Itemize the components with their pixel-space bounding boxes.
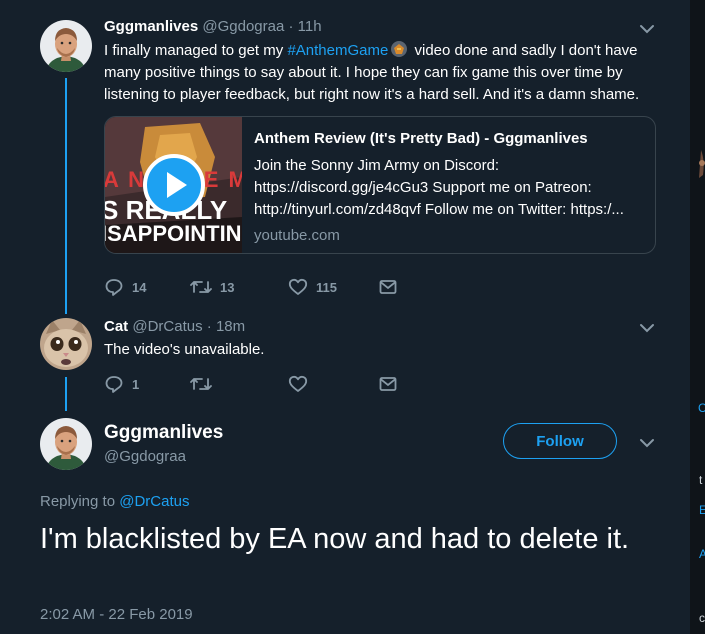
like-count: 115: [316, 279, 337, 295]
author-name[interactable]: Cat: [104, 318, 128, 335]
backdrop-fragment: A: [699, 547, 705, 561]
tweet-header: Cat @DrCatus · 18m: [104, 317, 245, 336]
tweet-text-part: I finally managed to get my: [104, 42, 288, 59]
avatar-cat[interactable]: [40, 318, 92, 370]
reply-count: 1: [132, 376, 140, 392]
thread-line: [65, 78, 67, 314]
reply-icon: [104, 277, 124, 297]
message-button[interactable]: [378, 374, 398, 394]
focus-tweet-text: I'm blacklisted by EA now and had to del…: [40, 523, 630, 555]
retweet-button[interactable]: 13: [190, 277, 288, 297]
like-button[interactable]: [288, 374, 378, 394]
like-icon: [288, 277, 308, 297]
retweet-icon: [190, 374, 212, 394]
card-domain: youtube.com: [254, 227, 340, 244]
reply-button[interactable]: 14: [104, 277, 190, 297]
backdrop-fragment: E: [699, 503, 705, 517]
author-handle[interactable]: @Ggdograa: [202, 18, 284, 35]
like-icon: [288, 374, 308, 394]
author-handle[interactable]: @DrCatus: [132, 318, 202, 335]
timeline-backdrop: C t E A c: [690, 0, 705, 634]
tweet-time[interactable]: 18m: [216, 318, 245, 335]
retweet-button[interactable]: [190, 374, 288, 394]
focus-author-handle[interactable]: @Ggdograa: [104, 447, 186, 466]
tweet-header: Gggmanlives @Ggdograa · 11h: [104, 17, 322, 36]
reply-icon: [104, 374, 124, 394]
avatar-gggmanlives[interactable]: [40, 20, 92, 72]
backdrop-fragment: C: [698, 401, 705, 415]
message-icon: [378, 374, 398, 394]
replying-prefix: Replying to: [40, 493, 120, 510]
reply-count: 14: [132, 279, 147, 295]
tweet-text: The video's unavailable.: [104, 341, 265, 358]
link-card[interactable]: A N T H E M S REALLY ISAPPOINTIN Anthem …: [104, 116, 656, 254]
tweet-time[interactable]: 11h: [298, 18, 322, 35]
card-title: Anthem Review (It's Pretty Bad) - Gggman…: [254, 130, 588, 147]
hashtag-link[interactable]: #AnthemGame: [287, 42, 388, 59]
tweet-actions: 1: [104, 373, 398, 395]
separator-dot: ·: [206, 318, 212, 335]
author-name[interactable]: Gggmanlives: [104, 18, 198, 35]
chevron-down-icon[interactable]: [637, 19, 657, 39]
focus-timestamp[interactable]: 2:02 AM - 22 Feb 2019: [40, 605, 193, 624]
separator-dot: ·: [288, 18, 294, 35]
conversation-modal: Gggmanlives @Ggdograa · 11h I finally ma…: [0, 0, 690, 634]
card-thumbnail[interactable]: A N T H E M S REALLY ISAPPOINTIN: [105, 117, 242, 253]
retweet-count: 13: [220, 279, 235, 295]
card-description: Join the Sonny Jim Army on Discord: http…: [254, 157, 624, 218]
replying-mention-link[interactable]: @DrCatus: [119, 493, 189, 510]
tweet-text: I finally managed to get my #AnthemGame …: [104, 40, 654, 106]
chevron-down-icon[interactable]: [637, 318, 657, 338]
play-icon[interactable]: [143, 154, 205, 216]
card-body: Anthem Review (It's Pretty Bad) - Gggman…: [254, 129, 644, 246]
message-icon: [378, 277, 398, 297]
follow-button[interactable]: Follow: [503, 423, 617, 459]
tweet-actions: 14 13 115: [104, 276, 398, 298]
thumb-line-3: ISAPPOINTIN: [105, 221, 242, 246]
like-button[interactable]: 115: [288, 277, 378, 297]
reply-button[interactable]: 1: [104, 374, 190, 394]
backdrop-fragment: t: [699, 473, 703, 487]
thread-line: [65, 377, 67, 411]
message-button[interactable]: [378, 277, 398, 297]
chevron-down-icon[interactable]: [637, 433, 657, 453]
retweet-icon: [190, 277, 212, 297]
replying-to: Replying to @DrCatus: [40, 492, 189, 511]
backdrop-fragment: c: [699, 611, 705, 625]
focus-author-name[interactable]: Gggmanlives: [104, 421, 223, 445]
avatar-gggmanlives[interactable]: [40, 418, 92, 470]
emoji-icon: [390, 40, 408, 58]
